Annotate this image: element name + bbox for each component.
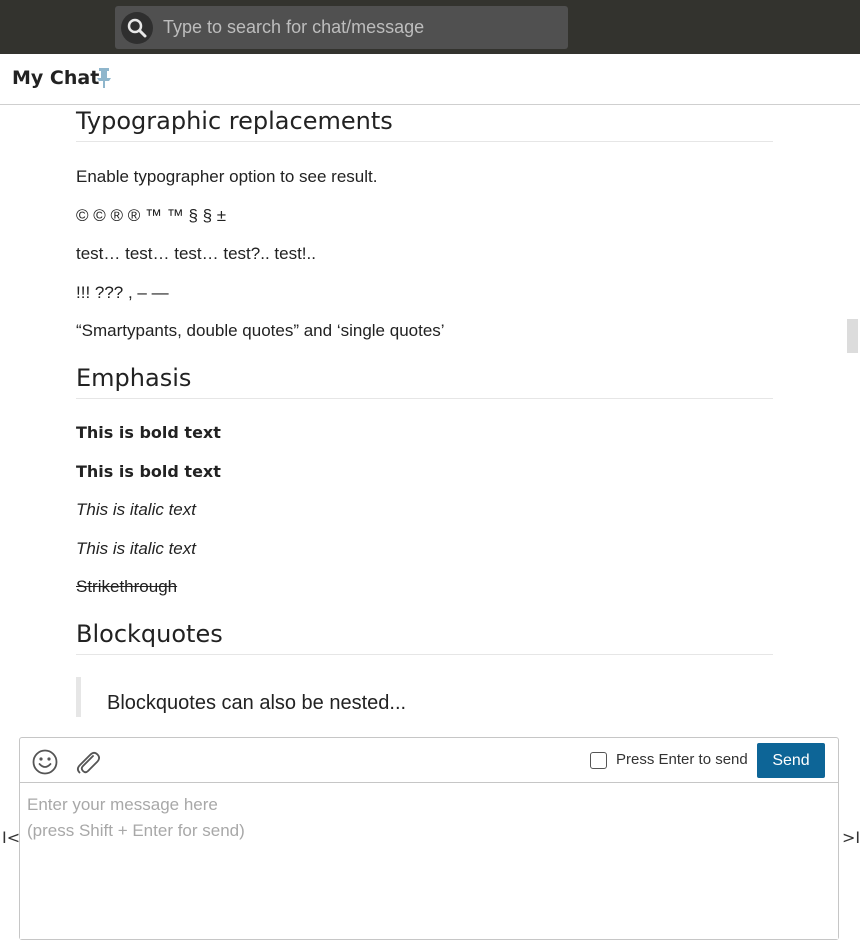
search-icon[interactable]: [121, 12, 153, 44]
send-button[interactable]: Send: [757, 743, 825, 778]
collapse-right-button[interactable]: >I: [842, 828, 860, 847]
section-heading: Emphasis: [76, 364, 773, 399]
section-heading: Typographic replacements: [76, 107, 773, 142]
search-box[interactable]: [115, 6, 568, 49]
top-bar: [0, 0, 860, 54]
paragraph: test… test… test… test?.. test!..: [76, 244, 316, 264]
press-enter-label: Press Enter to send: [616, 751, 748, 768]
message-composer: Press Enter to send Send: [19, 737, 839, 940]
paragraph: Enable typographer option to see result.: [76, 167, 378, 186]
italic-text: This is italic text: [76, 500, 196, 520]
emoji-icon[interactable]: [32, 749, 58, 779]
italic-text: This is italic text: [76, 538, 196, 558]
chat-header: My Chat: [0, 54, 860, 105]
pin-icon[interactable]: [95, 67, 113, 93]
bold-text: This is bold text: [76, 422, 221, 442]
paragraph: © © ® ® ™ ™ § § ±: [76, 205, 227, 225]
markdown-message: Typographic replacements Enable typograp…: [76, 105, 773, 717]
search-input[interactable]: [161, 6, 561, 49]
chat-title: My Chat: [12, 67, 100, 89]
strikethrough-text: Strikethrough: [76, 577, 178, 597]
scrollbar-thumb[interactable]: [847, 319, 858, 353]
section-heading: Blockquotes: [76, 620, 773, 655]
composer-toolbar: Press Enter to send Send: [20, 738, 838, 783]
bold-text: This is bold text: [76, 461, 221, 481]
message-content: Typographic replacements Enable typograp…: [0, 105, 860, 735]
paperclip-icon[interactable]: [73, 748, 101, 780]
message-input[interactable]: [20, 784, 838, 939]
paragraph: !!! ??? , – —: [76, 282, 169, 302]
blockquote: Blockquotes can also be nested...: [76, 676, 773, 717]
collapse-left-button[interactable]: I<: [2, 828, 20, 847]
paragraph: “Smartypants, double quotes” and ‘single…: [76, 321, 445, 341]
press-enter-checkbox[interactable]: [590, 752, 607, 769]
